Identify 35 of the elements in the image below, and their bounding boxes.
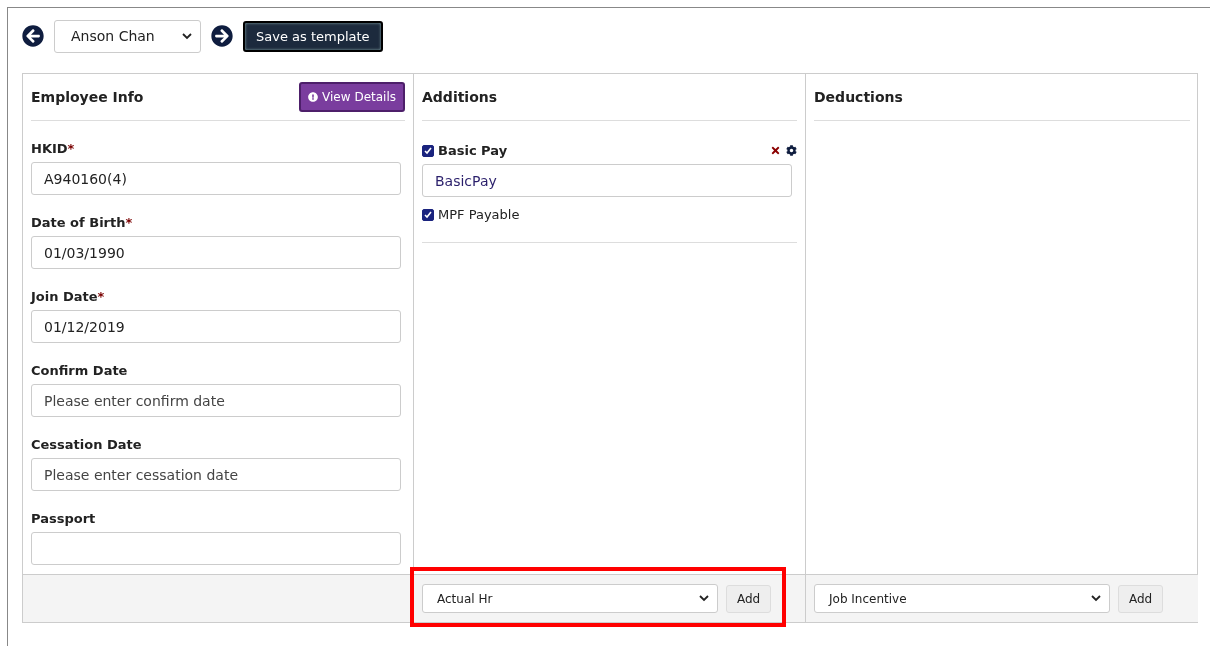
checkbox[interactable]	[422, 208, 434, 221]
field-label: Date of Birth*	[31, 215, 134, 230]
field-label: Confirm Date	[31, 363, 129, 378]
input-field[interactable]: Please enter cessation date	[31, 458, 401, 491]
forward-arrow-icon[interactable]	[211, 25, 233, 47]
input-field[interactable]: A940160(4)	[31, 162, 401, 195]
input-field[interactable]	[31, 532, 401, 565]
add-button[interactable]: Add	[1118, 584, 1164, 613]
add-button[interactable]: Add	[726, 584, 772, 613]
section-title: Additions	[422, 89, 498, 105]
field-label: Passport	[31, 511, 97, 526]
employee-select[interactable]: Anson Chan	[54, 19, 201, 53]
input-field[interactable]: Please enter confirm date	[31, 384, 401, 417]
caret-icon	[182, 32, 192, 40]
caret-icon	[1091, 595, 1101, 602]
addition-select[interactable]: Job Incentive	[814, 584, 1110, 613]
item-label: Basic Pay	[438, 143, 508, 158]
section-title: Deductions	[814, 89, 903, 105]
checkbox-label: MPF Payable	[438, 207, 520, 222]
settings-icon[interactable]	[786, 145, 797, 156]
close-icon[interactable]	[770, 145, 781, 156]
field-label: HKID*	[31, 141, 76, 156]
info-icon	[308, 92, 319, 102]
addition-select[interactable]: Actual Hr	[422, 584, 718, 613]
save-template-button[interactable]: Save as template	[243, 20, 383, 52]
input-field[interactable]: 01/03/1990	[31, 236, 401, 269]
field-label: Join Date*	[31, 289, 106, 304]
input-field[interactable]: 01/12/2019	[31, 310, 401, 343]
input-field[interactable]: BasicPay	[422, 164, 792, 197]
field-label: Cessation Date	[31, 437, 143, 452]
caret-icon	[699, 595, 709, 602]
checkbox[interactable]	[422, 144, 434, 157]
back-arrow-icon[interactable]	[22, 25, 44, 47]
section-title: Employee Info	[31, 89, 144, 105]
view-details-button[interactable]: View Details	[299, 82, 405, 112]
